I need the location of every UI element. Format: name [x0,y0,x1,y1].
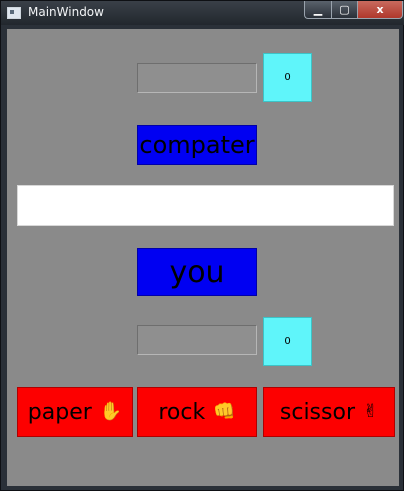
rock-label: rock [158,399,206,425]
close-button[interactable]: x [357,1,403,19]
hand-icon: ✋ [99,401,123,422]
scissor-button[interactable]: scissor ✌ [263,387,395,437]
fist-icon: 👊 [213,401,236,422]
computer-score: 0 [263,53,312,102]
you-label: you [137,248,257,296]
computer-label: compater [137,125,257,165]
victory-hand-icon: ✌ [363,401,379,422]
you-score: 0 [263,317,312,366]
minimize-button[interactable]: ▁ [304,1,331,19]
client-area: 0 compater you 0 paper ✋ rock 👊 scissor … [7,29,399,486]
paper-label: paper [27,399,92,425]
rock-button[interactable]: rock 👊 [137,387,257,437]
main-window: MainWindow ▁ ▢ x 0 compater you 0 paper … [0,0,404,491]
result-field[interactable] [17,185,394,226]
window-title: MainWindow [28,5,104,19]
title-bar[interactable]: MainWindow ▁ ▢ x [1,1,404,25]
scissor-label: scissor [279,399,355,425]
you-choice-field[interactable] [137,325,257,355]
app-icon [7,7,21,19]
paper-button[interactable]: paper ✋ [17,387,133,437]
computer-choice-field[interactable] [137,63,257,93]
maximize-button[interactable]: ▢ [331,1,357,19]
